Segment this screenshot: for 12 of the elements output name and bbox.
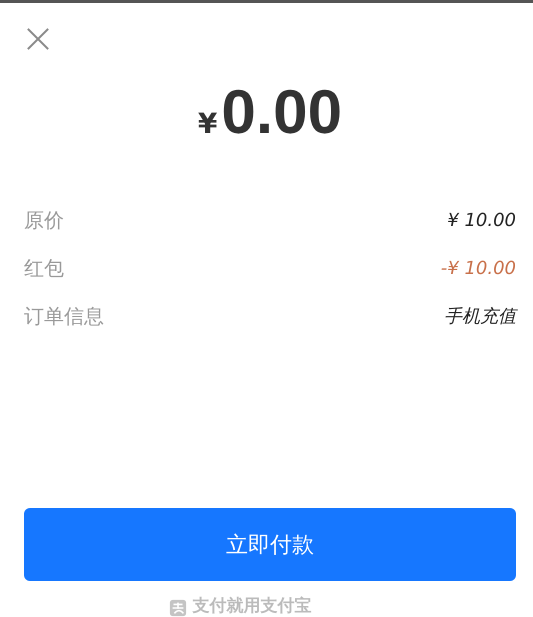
footer-slogan: 支付就用支付宝 — [192, 595, 312, 617]
detail-label: 红包 — [24, 254, 64, 282]
payment-logo-icon — [168, 599, 186, 617]
detail-value: 手机充值 — [444, 305, 516, 328]
amount-value: 0.00 — [221, 77, 342, 148]
detail-label: 原价 — [24, 206, 64, 234]
pay-button[interactable]: 立即付款 — [24, 508, 516, 581]
close-icon[interactable] — [26, 27, 50, 51]
detail-value: ¥ 10.00 — [447, 210, 516, 230]
detail-label: 订单信息 — [24, 302, 104, 330]
detail-value: -¥ 10.00 — [440, 258, 516, 278]
currency-symbol: ¥ — [198, 107, 218, 140]
